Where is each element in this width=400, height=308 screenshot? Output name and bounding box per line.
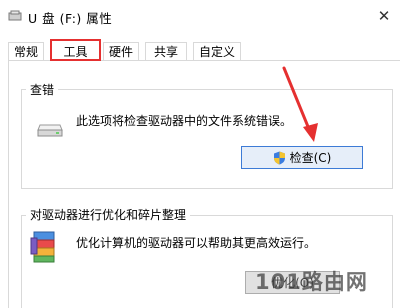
defrag-icon bbox=[30, 231, 55, 263]
check-button[interactable]: 检查(C) bbox=[241, 146, 363, 169]
tab-label: 硬件 bbox=[108, 45, 133, 59]
window-title: U 盘 (F:) 属性 bbox=[28, 11, 113, 26]
tab-label: 自定义 bbox=[198, 45, 235, 59]
check-button-label: 检查(C) bbox=[289, 151, 332, 165]
optimize-title: 对驱动器进行优化和碎片整理 bbox=[26, 206, 191, 223]
drive-icon bbox=[37, 124, 63, 137]
tab-label: 常规 bbox=[13, 45, 38, 59]
tab-hardware[interactable]: 硬件 bbox=[103, 42, 139, 60]
tab-general[interactable]: 常规 bbox=[8, 42, 44, 60]
tab-sharing[interactable]: 共享 bbox=[145, 42, 187, 60]
close-icon: ✕ bbox=[377, 7, 391, 25]
tab-label: 工具 bbox=[63, 45, 88, 59]
optimize-description: 优化计算机的驱动器可以帮助其更高效运行。 bbox=[76, 236, 317, 250]
close-button[interactable]: ✕ bbox=[370, 4, 398, 28]
error-check-description: 此选项将检查驱动器中的文件系统错误。 bbox=[76, 114, 293, 128]
watermark: 101路由网 bbox=[255, 270, 368, 294]
uac-shield-icon bbox=[273, 151, 285, 164]
tab-label: 共享 bbox=[153, 45, 178, 59]
drive-icon bbox=[8, 10, 22, 21]
title-bar: U 盘 (F:) 属性 ✕ bbox=[0, 0, 400, 34]
error-check-group bbox=[21, 89, 393, 189]
error-check-title: 查错 bbox=[26, 81, 59, 98]
tab-tools[interactable]: 工具 bbox=[50, 39, 101, 61]
tab-customize[interactable]: 自定义 bbox=[193, 42, 241, 60]
